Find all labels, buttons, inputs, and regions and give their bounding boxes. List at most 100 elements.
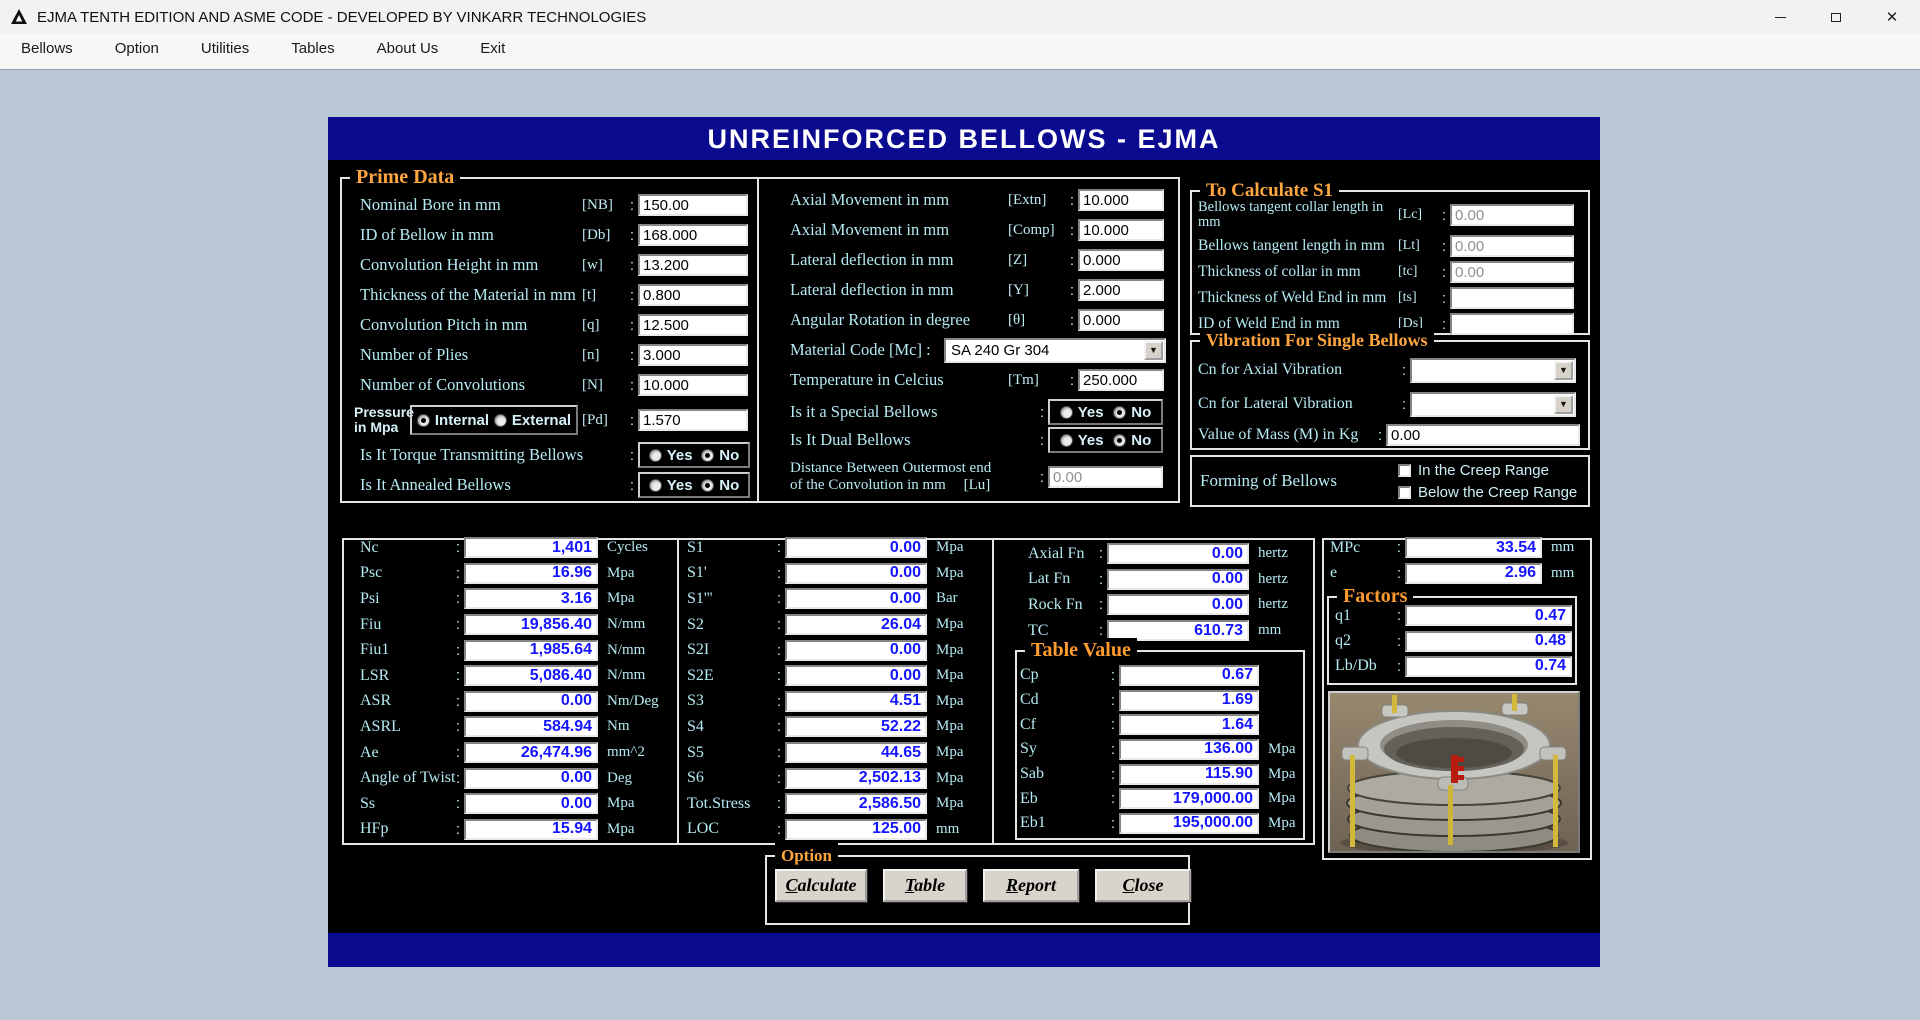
vibration-rows: Cn for Axial Vibration : ▼ Cn for Latera…	[1198, 353, 1582, 449]
result-row: Psc : 16.96 Mpa	[352, 561, 659, 587]
text-input[interactable]: 0.00	[1450, 235, 1574, 257]
text-input[interactable]: 3.000	[638, 344, 748, 366]
text-input[interactable]: 168.000	[638, 224, 748, 246]
radio-no[interactable]: No	[701, 477, 739, 494]
menu-item[interactable]: Exit	[459, 34, 526, 69]
lateral-vibration-dropdown[interactable]: ▼	[1410, 392, 1576, 417]
annealed-radio-group[interactable]: Yes No	[638, 472, 750, 498]
text-input[interactable]	[1450, 313, 1574, 335]
text-input[interactable]: 0.00	[1450, 261, 1574, 283]
table-button[interactable]: Table	[883, 869, 967, 902]
menu-bar: BellowsOptionUtilitiesTablesAbout UsExit	[0, 34, 1920, 70]
result-label: Ss	[360, 795, 452, 813]
result-row: S2 : 26.04 Mpa	[678, 612, 964, 638]
torque-radio-group[interactable]: Yes No	[638, 442, 750, 468]
text-input[interactable]: 0.00	[1450, 204, 1574, 226]
minimize-button[interactable]	[1752, 0, 1808, 34]
special-radio-group[interactable]: Yes No	[1048, 399, 1163, 425]
maximize-button[interactable]	[1808, 0, 1864, 34]
result-value: 0.00	[785, 563, 927, 584]
result-label: e	[1330, 564, 1393, 582]
result-row: Nc : 1,401 Cycles	[352, 535, 659, 561]
option-group-title: Option	[775, 843, 838, 868]
form-footer-bar	[328, 933, 1600, 967]
temperature-input[interactable]: 250.000	[1078, 369, 1164, 391]
result-label: Cp	[1020, 666, 1107, 684]
text-input[interactable]	[1450, 287, 1574, 309]
menu-item[interactable]: Tables	[270, 34, 355, 69]
checkbox-icon[interactable]	[1398, 486, 1411, 499]
result-row: S1 : 0.00 Mpa	[678, 535, 964, 561]
axial-vibration-row: Cn for Axial Vibration : ▼	[1198, 353, 1582, 387]
material-dropdown[interactable]: SA 240 Gr 304 ▼	[944, 338, 1166, 363]
result-label: Cd	[1020, 691, 1107, 709]
result-row: S4 : 52.22 Mpa	[678, 714, 964, 740]
radio-no[interactable]: No	[1113, 404, 1151, 421]
radio-internal[interactable]: Internal	[417, 412, 489, 429]
radio-icon	[1060, 406, 1073, 419]
close-form-button[interactable]: Close	[1095, 869, 1191, 902]
dual-radio-group[interactable]: Yes No	[1048, 427, 1163, 453]
chevron-down-icon[interactable]: ▼	[1554, 361, 1573, 380]
text-input[interactable]: 2.000	[1078, 279, 1164, 301]
result-value: 0.67	[1119, 665, 1259, 686]
pressure-label: Pressure in Mpa	[354, 405, 410, 435]
field-label: Is It Annealed Bellows	[360, 475, 626, 495]
results-frequency-rows: Axial Fn : 0.00 hertz Lat Fn : 0.00 hert…	[1000, 541, 1288, 643]
calculate-button[interactable]: Calculate	[775, 869, 867, 902]
axial-vibration-dropdown[interactable]: ▼	[1410, 358, 1576, 383]
text-input[interactable]: 0.000	[1078, 249, 1164, 271]
menu-item[interactable]: Bellows	[0, 34, 94, 69]
radio-yes[interactable]: Yes	[649, 447, 693, 464]
chevron-down-icon[interactable]: ▼	[1144, 341, 1163, 360]
result-label: Sy	[1020, 740, 1107, 758]
close-button[interactable]: ✕	[1864, 0, 1920, 34]
result-row: Rock Fn : 0.00 hertz	[1000, 592, 1288, 618]
report-button[interactable]: Report	[983, 869, 1079, 902]
result-value: 1,401	[464, 537, 598, 558]
mass-input[interactable]: 0.00	[1386, 424, 1580, 446]
field-label: Lateral deflection in mm	[790, 280, 1008, 300]
radio-no[interactable]: No	[701, 447, 739, 464]
result-value: 15.94	[464, 819, 598, 840]
result-unit: Mpa	[936, 693, 964, 710]
result-label: Psc	[360, 564, 452, 582]
radio-external[interactable]: External	[494, 412, 571, 429]
pressure-radio-group[interactable]: Internal External	[410, 405, 578, 435]
result-value: 1,985.64	[464, 640, 598, 661]
text-input[interactable]: 13.200	[638, 254, 748, 276]
special-row: Is it a Special Bellows : Yes No	[790, 398, 1178, 426]
text-input[interactable]: 12.500	[638, 314, 748, 336]
window-controls: ✕	[1752, 0, 1920, 34]
menu-item[interactable]: Utilities	[180, 34, 270, 69]
result-value: 16.96	[464, 563, 598, 584]
text-input[interactable]: 10.000	[638, 374, 748, 396]
result-value: 2.96	[1405, 563, 1542, 584]
menu-item[interactable]: Option	[94, 34, 180, 69]
text-input[interactable]: 10.000	[1078, 219, 1164, 241]
field-code: [tc]	[1398, 264, 1438, 280]
text-input[interactable]: 0.800	[638, 284, 748, 306]
result-unit: Deg	[607, 770, 632, 787]
field-label: Is it a Special Bellows	[790, 402, 1036, 422]
text-input[interactable]: 10.000	[1078, 189, 1164, 211]
result-label: S1'	[687, 564, 773, 582]
field-label: Convolution Pitch in mm	[360, 315, 582, 335]
pressure-input[interactable]: 1.570	[638, 409, 748, 431]
text-input[interactable]: 150.00	[638, 194, 748, 216]
radio-icon	[1060, 434, 1073, 447]
checkbox-icon[interactable]	[1398, 464, 1411, 477]
result-label: Eb	[1020, 790, 1107, 808]
result-label: S2E	[687, 667, 773, 685]
radio-yes[interactable]: Yes	[1060, 432, 1104, 449]
result-row: S2I : 0.00 Mpa	[678, 637, 964, 663]
text-input[interactable]: 0.000	[1078, 309, 1164, 331]
radio-no[interactable]: No	[1113, 432, 1151, 449]
chevron-down-icon[interactable]: ▼	[1554, 395, 1573, 414]
result-row: Fiu : 19,856.40 N/mm	[352, 612, 659, 638]
radio-yes[interactable]: Yes	[1060, 404, 1104, 421]
radio-yes[interactable]: Yes	[649, 477, 693, 494]
menu-item[interactable]: About Us	[356, 34, 460, 69]
result-label: S2I	[687, 641, 773, 659]
field-label: Number of Convolutions	[360, 375, 582, 395]
